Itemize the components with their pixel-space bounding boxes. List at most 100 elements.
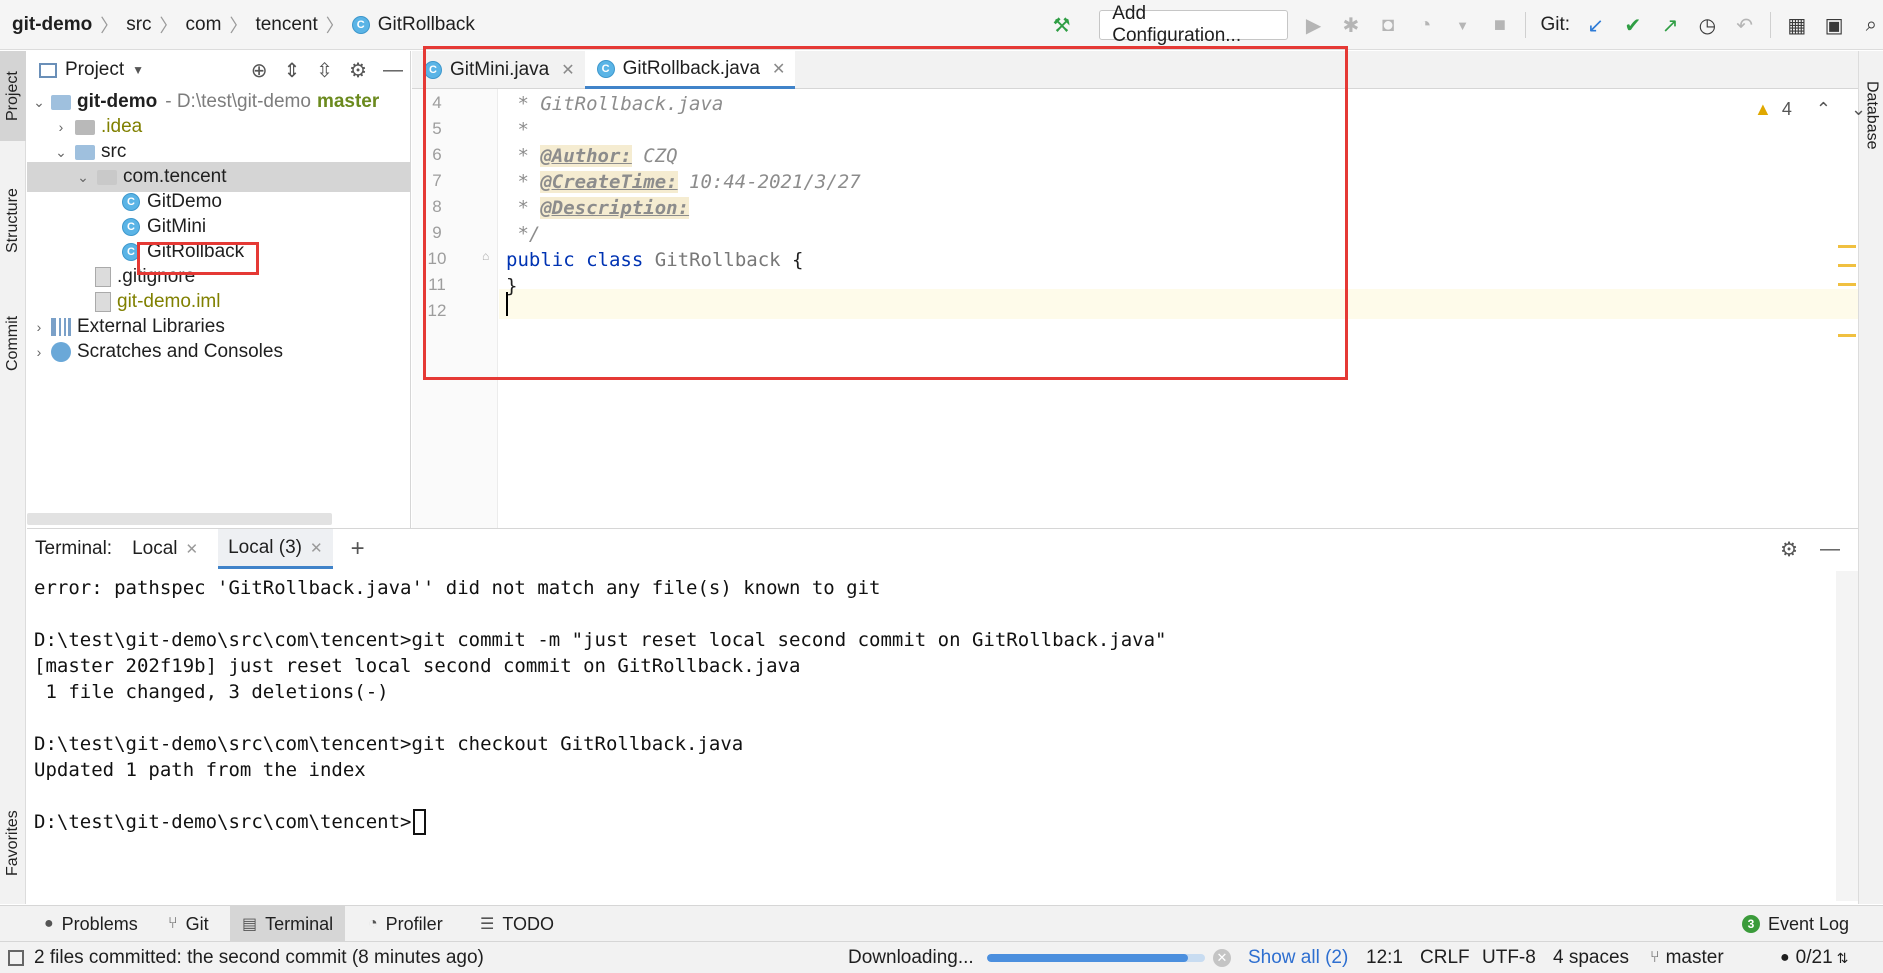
- git-commit-icon[interactable]: ✔: [1621, 13, 1644, 37]
- git-branch-icon: ⑂: [168, 915, 178, 932]
- caret-position[interactable]: 12:1: [1366, 942, 1403, 973]
- tool-tab-structure[interactable]: Structure: [0, 166, 26, 276]
- tree-node-scratches[interactable]: › Scratches and Consoles: [27, 337, 411, 367]
- file-encoding[interactable]: UTF-8: [1482, 942, 1536, 973]
- java-class-icon: C: [351, 16, 370, 34]
- bottom-tool-stripe: ● Problems ⑂ Git ▤ Terminal ◔ Profiler ☰…: [0, 905, 1883, 942]
- breadcrumb-item-src[interactable]: src: [126, 14, 151, 36]
- folder-icon: [75, 119, 95, 135]
- build-hammer-icon[interactable]: ⚒: [1050, 13, 1073, 37]
- error-stripe-mark[interactable]: [1838, 264, 1856, 267]
- breadcrumb-item-project[interactable]: git-demo: [12, 14, 92, 36]
- project-structure-icon[interactable]: ▦: [1785, 13, 1808, 37]
- tool-button-todo[interactable]: ☰ TODO: [468, 906, 566, 942]
- horizontal-scrollbar[interactable]: [27, 513, 332, 525]
- breadcrumb: git-demo 〉 src 〉 com 〉 tencent 〉 C GitRo…: [12, 0, 475, 50]
- tool-button-git[interactable]: ⑂ Git: [156, 906, 221, 942]
- java-class-icon: C: [122, 218, 140, 236]
- git-branch-widget[interactable]: ⑂ master: [1650, 942, 1724, 973]
- code-with-me-icon[interactable]: ▣: [1822, 13, 1845, 37]
- tool-windows-icon[interactable]: [8, 950, 24, 966]
- breadcrumb-item-tencent[interactable]: tencent: [255, 14, 317, 36]
- navigation-bar: git-demo 〉 src 〉 com 〉 tencent 〉 C GitRo…: [0, 0, 1883, 50]
- expand-all-icon[interactable]: ⇕: [284, 58, 301, 83]
- terminal-tab-local[interactable]: Local ✕: [122, 529, 208, 569]
- indent-setting[interactable]: 4 spaces: [1553, 942, 1629, 973]
- tool-button-terminal[interactable]: ▤ Terminal: [230, 906, 346, 942]
- status-message[interactable]: 2 files committed: the second commit (8 …: [8, 942, 484, 973]
- line-number-gutter: 4 5 6 7 8 9 10 11 12 ⌂: [412, 89, 498, 528]
- debug-icon[interactable]: ✱: [1339, 13, 1362, 37]
- error-stripe-mark[interactable]: [1838, 283, 1856, 286]
- java-class-icon: C: [122, 243, 140, 261]
- tool-button-problems[interactable]: ● Problems: [32, 906, 150, 942]
- tool-tab-favorites[interactable]: Favorites: [0, 791, 26, 896]
- chevron-down-icon[interactable]: ⌄: [1851, 99, 1866, 120]
- project-header-actions: ⊕ ⇕ ⇳ ⚙ —: [251, 51, 403, 89]
- coverage-icon[interactable]: ◘: [1376, 13, 1399, 37]
- run-icon[interactable]: ▶: [1302, 13, 1325, 37]
- terminal-prompt: D:\test\git-demo\src\com\tencent>: [34, 811, 412, 833]
- close-icon[interactable]: ✕: [561, 60, 574, 80]
- minimize-icon[interactable]: —: [1820, 538, 1840, 561]
- gear-icon[interactable]: ⚙: [349, 58, 367, 83]
- fold-marker-icon[interactable]: ⌂: [482, 249, 489, 263]
- editor-tab-gitmini[interactable]: C GitMini.java ✕: [412, 51, 585, 89]
- chevron-right-icon: ›: [58, 119, 64, 135]
- locate-icon[interactable]: ⊕: [251, 58, 268, 83]
- line-separator[interactable]: CRLF: [1420, 942, 1470, 973]
- right-tool-stripe: Database: [1858, 51, 1883, 904]
- background-task-label[interactable]: Downloading...: [848, 942, 974, 973]
- profile-icon[interactable]: ◔: [1414, 13, 1437, 37]
- chevron-up-icon[interactable]: ⌃: [1816, 99, 1831, 120]
- breadcrumb-item-com[interactable]: com: [186, 14, 222, 36]
- git-rollback-icon[interactable]: ↶: [1733, 13, 1756, 37]
- project-view-selector[interactable]: Project ▼: [39, 59, 144, 81]
- cancel-icon[interactable]: ✕: [1213, 949, 1231, 967]
- inspection-widget[interactable]: ▲ 4 ⌃ ⌄: [1754, 99, 1866, 120]
- close-icon[interactable]: ✕: [310, 539, 323, 557]
- git-push-icon[interactable]: ↗: [1659, 13, 1682, 37]
- git-history-icon[interactable]: ◷: [1696, 13, 1719, 37]
- gear-icon[interactable]: ⚙: [1780, 537, 1798, 562]
- editor-tab-gitrollback[interactable]: C GitRollback.java ✕: [584, 51, 796, 89]
- terminal-tab-local-3[interactable]: Local (3) ✕: [218, 529, 333, 569]
- git-update-icon[interactable]: ↙: [1584, 13, 1607, 37]
- collapse-all-icon[interactable]: ⇳: [316, 58, 333, 83]
- add-configuration-button[interactable]: Add Configuration...: [1099, 3, 1288, 46]
- tree-node-path: - D:\test\git-demo: [165, 91, 311, 112]
- chevron-right-icon: ›: [36, 344, 42, 360]
- vertical-scrollbar[interactable]: [1836, 571, 1858, 901]
- tool-tab-commit[interactable]: Commit: [0, 291, 26, 396]
- stop-icon[interactable]: ■: [1488, 13, 1511, 37]
- terminal-icon: ▤: [242, 916, 258, 933]
- search-icon[interactable]: ⌕: [1860, 13, 1883, 37]
- memory-indicator[interactable]: ● 0/21 ⇅: [1780, 942, 1848, 973]
- project-header: Project ▼ ⊕ ⇕ ⇳ ⚙ —: [27, 51, 411, 89]
- tool-tab-project[interactable]: Project: [0, 51, 26, 141]
- chevron-down-icon: ▼: [132, 63, 145, 77]
- editor-tabs: C GitMini.java ✕ C GitRollback.java ✕: [412, 51, 1858, 89]
- editor-area: C GitMini.java ✕ C GitRollback.java ✕ 4 …: [412, 51, 1866, 528]
- tool-button-profiler[interactable]: ◔ Profiler: [356, 906, 455, 942]
- tool-button-event-log[interactable]: 3 Event Log: [1730, 906, 1861, 942]
- terminal-prompt-line[interactable]: D:\test\git-demo\src\com\tencent>: [34, 807, 426, 837]
- show-all-tasks-link[interactable]: Show all (2): [1248, 942, 1348, 973]
- error-stripe-mark[interactable]: [1838, 245, 1856, 248]
- chevron-down-icon[interactable]: ▼: [1451, 13, 1474, 37]
- source-folder-icon: [75, 144, 95, 160]
- add-terminal-icon[interactable]: +: [351, 535, 365, 563]
- progress-bar: [987, 954, 1205, 962]
- close-icon[interactable]: ✕: [772, 59, 785, 79]
- terminal-line: 1 file changed, 3 deletions(-): [34, 681, 389, 703]
- code-line[interactable]: public class GitRollback {: [506, 245, 804, 275]
- error-stripe-mark[interactable]: [1838, 334, 1856, 337]
- close-icon[interactable]: ✕: [186, 540, 199, 558]
- minimize-icon[interactable]: —: [383, 59, 403, 82]
- breadcrumb-item-class[interactable]: GitRollback: [378, 14, 475, 36]
- terminal-header-actions: ⚙ —: [1780, 529, 1840, 569]
- chevron-right-icon: ›: [36, 319, 42, 335]
- chevron-down-icon: ⌄: [77, 168, 89, 185]
- code-line[interactable]: * GitRollback.java: [506, 89, 723, 119]
- line-number: 5: [432, 119, 442, 138]
